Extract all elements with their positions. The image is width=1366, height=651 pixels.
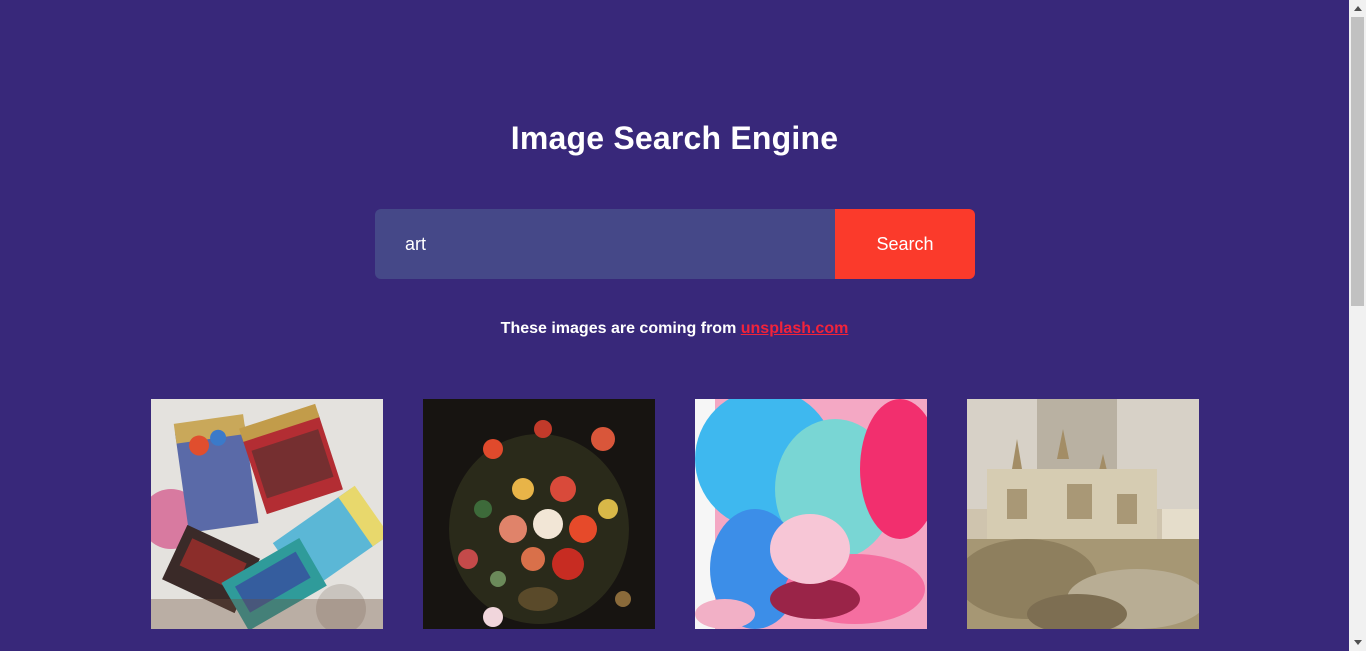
- search-input[interactable]: [375, 209, 835, 279]
- scroll-down-arrow-icon[interactable]: [1349, 634, 1366, 651]
- result-image-abstract-watercolor[interactable]: [695, 399, 927, 629]
- page-title: Image Search Engine: [510, 120, 839, 156]
- result-image-flower-still-life[interactable]: [423, 399, 655, 629]
- search-button[interactable]: Search: [835, 209, 975, 279]
- scroll-up-arrow-icon[interactable]: [1349, 0, 1366, 17]
- scroll-thumb[interactable]: [1351, 17, 1364, 306]
- image-gallery: [151, 399, 1199, 629]
- source-note-text: These images are coming from: [500, 320, 741, 337]
- result-image-castle-painting[interactable]: [967, 399, 1199, 629]
- result-image-paint-brushes[interactable]: [151, 399, 383, 629]
- unsplash-link[interactable]: unsplash.com: [741, 320, 849, 337]
- source-note: These images are coming from unsplash.co…: [0, 320, 1349, 338]
- page-scrollbar[interactable]: [1349, 0, 1366, 651]
- page: Image Search Engine Search These images …: [0, 0, 1349, 651]
- search-form: Search: [375, 209, 975, 279]
